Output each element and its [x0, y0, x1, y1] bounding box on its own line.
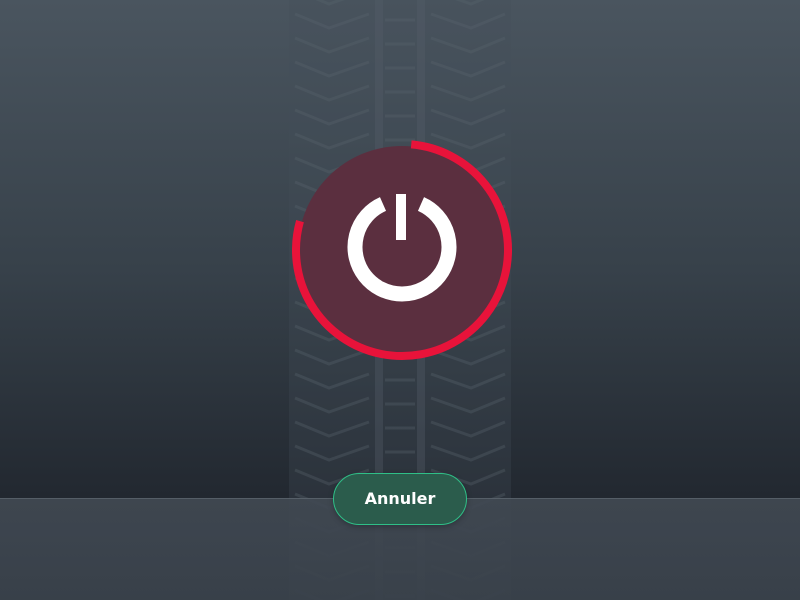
cancel-button[interactable]: Annuler [333, 473, 467, 525]
shutdown-screen: Annuler [0, 0, 800, 600]
power-button[interactable] [292, 140, 514, 362]
